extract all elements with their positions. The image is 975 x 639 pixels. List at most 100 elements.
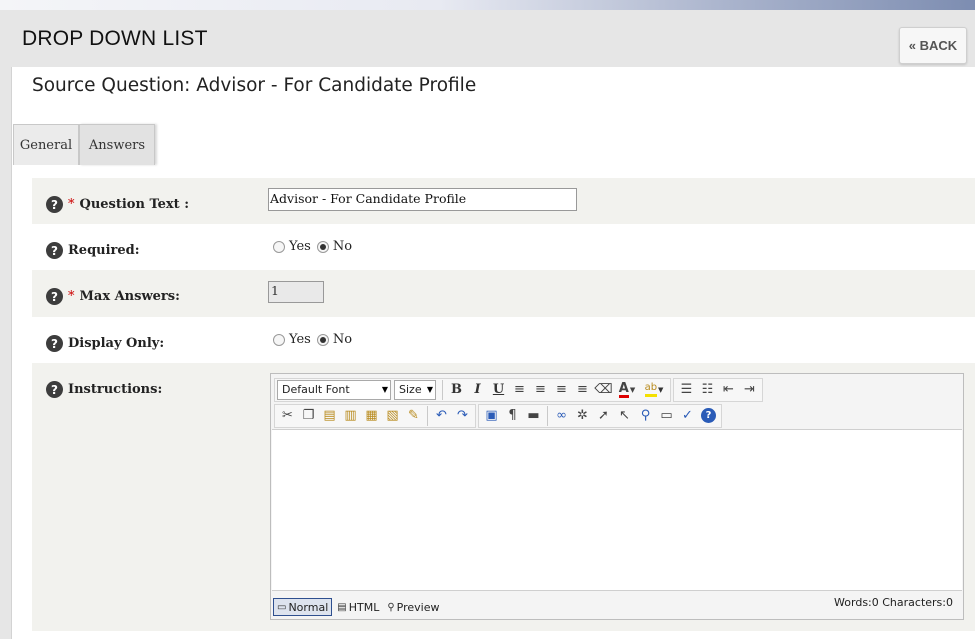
font-color-icon[interactable]: A ▼ [614, 380, 640, 400]
size-select-value: Size [399, 383, 422, 396]
chevron-down-icon: ▼ [381, 385, 388, 394]
display-only-radio-group: Yes No [273, 332, 358, 347]
display-only-yes-radio[interactable] [273, 333, 285, 346]
toolbar-group-insert: ▣ ¶ ▬ ∞ ✲ ➚ ↖ ⚲ ▭ ✓ ? [478, 403, 722, 428]
select-icon[interactable]: ↖ [614, 406, 635, 426]
display-only-yes-label: Yes [289, 332, 311, 347]
paste-word-icon[interactable]: ▦ [361, 406, 382, 426]
editor-toolbar-row-2: ✂ ❐ ▤ ▥ ▦ ▧ ✎ ↶ ↷ ▣ ¶ ▬ ∞ ✲ ➚ ↖ ⚲ ▭ ✓ ? [274, 403, 724, 428]
editor-toolbar-row-1: Default Font ▼ Size ▼ B I U ≡ ≡ ≡ ≡ ⌫ A … [274, 377, 765, 402]
align-left-icon[interactable]: ≡ [509, 380, 530, 400]
max-answers-input[interactable]: 1 [268, 281, 324, 303]
required-label-wrap: ? Required: [46, 242, 140, 259]
required-radio-group: Yes No [273, 239, 358, 254]
mode-preview-label: Preview [396, 600, 440, 614]
max-answers-label: Max Answers: [79, 289, 180, 304]
copy-icon[interactable]: ❐ [298, 406, 319, 426]
toolbar-group-clipboard: ✂ ❐ ▤ ▥ ▦ ▧ ✎ ↶ ↷ [274, 403, 476, 428]
rich-text-editor: Default Font ▼ Size ▼ B I U ≡ ≡ ≡ ≡ ⌫ A … [270, 373, 964, 620]
max-answers-label-wrap: ? * Max Answers: [46, 288, 180, 305]
help-circle-icon[interactable]: ? [698, 406, 719, 426]
instructions-label: Instructions: [68, 382, 163, 397]
mode-normal-label: Normal [288, 600, 329, 614]
required-asterisk: * [68, 289, 75, 304]
insert-table-icon[interactable]: ▣ [481, 406, 502, 426]
question-text-input[interactable]: Advisor - For Candidate Profile [268, 188, 577, 211]
unordered-list-icon[interactable]: ☷ [697, 380, 718, 400]
paste-icon[interactable]: ▤ [319, 406, 340, 426]
question-text-label: Question Text : [79, 197, 190, 212]
tab-general[interactable]: General [13, 124, 79, 165]
align-right-icon[interactable]: ≡ [572, 380, 593, 400]
format-painter-icon[interactable]: ✎ [403, 406, 424, 426]
italic-button[interactable]: I [467, 380, 488, 400]
toolbar-separator [547, 405, 548, 426]
font-select[interactable]: Default Font ▼ [277, 379, 391, 400]
align-center-icon[interactable]: ≡ [530, 380, 551, 400]
horizontal-rule-icon[interactable]: ▬ [523, 406, 544, 426]
insert-anchor-icon[interactable]: ➚ [593, 406, 614, 426]
help-icon[interactable]: ? [46, 381, 63, 398]
row-max-answers: ? * Max Answers: 1 [32, 270, 975, 317]
insert-form-icon[interactable]: ▭ [656, 406, 677, 426]
tab-answers[interactable]: Answers [79, 124, 155, 165]
indent-icon[interactable]: ⇥ [739, 380, 760, 400]
left-border [0, 10, 12, 639]
unlink-icon[interactable]: ✲ [572, 406, 593, 426]
word-character-count: Words:0 Characters:0 [834, 596, 953, 609]
mode-normal[interactable]: ▭ Normal [273, 598, 333, 616]
question-text-label-wrap: ? * Question Text : [46, 196, 189, 213]
eraser-icon[interactable]: ⌫ [593, 380, 614, 400]
redo-icon[interactable]: ↷ [452, 406, 473, 426]
underline-button[interactable]: U [488, 380, 509, 400]
page-header: DROP DOWN LIST « BACK [0, 10, 975, 67]
editor-mode-tabs: ▭ Normal ▤ HTML ⚲ Preview [273, 598, 445, 616]
required-label: Required: [68, 243, 140, 258]
row-display-only: ? Display Only: Yes No [32, 317, 975, 363]
page-title: DROP DOWN LIST [22, 27, 208, 50]
find-icon[interactable]: ⚲ [635, 406, 656, 426]
display-only-no-label: No [332, 332, 353, 347]
bold-button[interactable]: B [446, 380, 467, 400]
paste-text-icon[interactable]: ▥ [340, 406, 361, 426]
help-icon[interactable]: ? [46, 196, 63, 213]
font-select-value: Default Font [282, 383, 350, 396]
help-icon[interactable]: ? [46, 288, 63, 305]
toolbar-separator [427, 405, 428, 426]
paragraph-icon[interactable]: ¶ [502, 406, 523, 426]
ordered-list-icon[interactable]: ☰ [676, 380, 697, 400]
search-icon: ⚲ [387, 601, 395, 613]
mode-html-label: HTML [348, 600, 380, 614]
mode-preview[interactable]: ⚲ Preview [384, 598, 442, 616]
normal-mode-icon: ▭ [277, 601, 287, 613]
size-select[interactable]: Size ▼ [394, 379, 436, 400]
spellcheck-icon[interactable]: ✓ [677, 406, 698, 426]
required-no-radio[interactable] [316, 240, 329, 253]
row-instructions: ? Instructions: Default Font ▼ Size ▼ B … [32, 363, 975, 631]
help-icon[interactable]: ? [46, 242, 63, 259]
html-mode-icon: ▤ [337, 601, 347, 613]
cut-icon[interactable]: ✂ [277, 406, 298, 426]
back-button[interactable]: « BACK [899, 27, 967, 64]
display-only-no-radio[interactable] [316, 333, 329, 346]
help-icon[interactable]: ? [46, 335, 63, 352]
align-justify-icon[interactable]: ≡ [551, 380, 572, 400]
paste-html-icon[interactable]: ▧ [382, 406, 403, 426]
toolbar-separator [442, 379, 443, 400]
mode-html[interactable]: ▤ HTML [334, 598, 382, 616]
link-icon[interactable]: ∞ [551, 406, 572, 426]
required-no-label: No [332, 239, 353, 254]
instructions-label-wrap: ? Instructions: [46, 381, 162, 398]
row-required: ? Required: Yes No [32, 224, 975, 270]
row-question-text: ? * Question Text : Advisor - For Candid… [32, 178, 975, 224]
main-content: Source Question: Advisor - For Candidate… [13, 67, 975, 639]
top-strip [0, 0, 975, 10]
display-only-label: Display Only: [68, 336, 165, 351]
undo-icon[interactable]: ↶ [431, 406, 452, 426]
required-yes-label: Yes [289, 239, 311, 254]
display-only-label-wrap: ? Display Only: [46, 335, 164, 352]
required-yes-radio[interactable] [273, 240, 285, 253]
editor-content-area[interactable] [272, 429, 962, 591]
highlight-color-icon[interactable]: ab ▼ [640, 380, 668, 400]
outdent-icon[interactable]: ⇤ [718, 380, 739, 400]
